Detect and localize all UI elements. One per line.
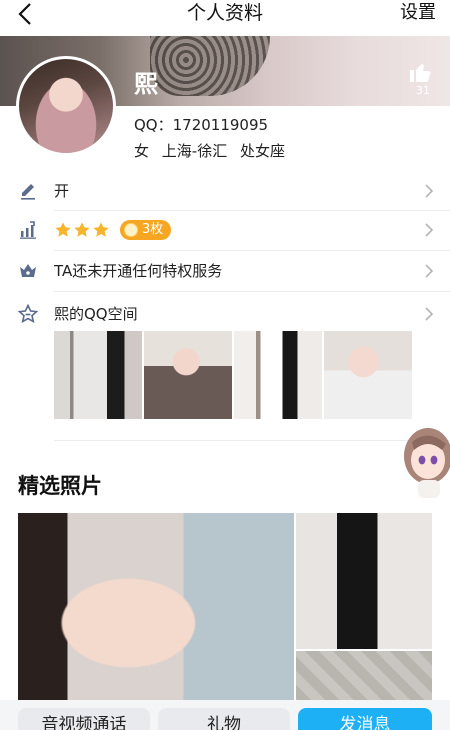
gift-button[interactable]: 礼物	[158, 708, 290, 730]
qzone-photo[interactable]	[234, 331, 322, 419]
call-button[interactable]: 音视频通话	[18, 708, 150, 730]
page-title: 个人资料	[186, 2, 263, 24]
chevron-right-icon	[425, 223, 434, 237]
level-row[interactable]: 3枚	[0, 210, 450, 250]
star-icon	[74, 222, 90, 237]
mascot-sticker[interactable]	[400, 420, 450, 500]
thumbs-up-icon[interactable]	[408, 60, 432, 84]
row-divider	[54, 291, 450, 292]
signature-row[interactable]: 开	[0, 171, 450, 211]
signature-text: 开	[54, 182, 70, 200]
qzone-photos	[54, 331, 414, 419]
qzone-photo[interactable]	[324, 331, 412, 419]
settings-button[interactable]: 设置	[400, 0, 436, 26]
chevron-right-icon	[425, 264, 434, 278]
section-divider	[54, 440, 450, 441]
chevron-right-icon	[425, 184, 434, 198]
qzone-row[interactable]: 熙的QQ空间	[0, 294, 450, 334]
coin-icon	[124, 223, 138, 237]
star-icon	[93, 222, 109, 237]
cover-pattern	[150, 36, 270, 96]
gender-tag: 女	[134, 142, 150, 160]
featured-photo[interactable]	[296, 513, 432, 649]
send-message-button[interactable]: 发消息	[298, 708, 432, 730]
star-icon	[55, 222, 71, 237]
qq-number: QQ：1720119095	[134, 116, 269, 134]
level-stars	[54, 221, 110, 239]
nav-bar: 个人资料 设置	[0, 0, 450, 36]
zodiac-tag: 处女座	[240, 142, 286, 160]
privilege-row[interactable]: TA还未开通任何特权服务	[0, 251, 450, 291]
chevron-right-icon	[425, 307, 434, 321]
nickname: 熙	[134, 70, 158, 98]
bottom-action-bar: 音视频通话 礼物 发消息	[0, 700, 450, 730]
profile-tags: 女 上海-徐汇 处女座	[134, 140, 293, 161]
level-chart-icon	[20, 221, 36, 239]
privilege-text: TA还未开通任何特权服务	[54, 262, 223, 280]
location-tag: 上海-徐汇	[161, 142, 228, 160]
featured-photos-title: 精选照片	[18, 474, 102, 498]
featured-photo-main[interactable]	[18, 513, 294, 713]
crown-icon	[20, 264, 36, 277]
qzone-photo[interactable]	[144, 331, 232, 419]
coin-badge: 3枚	[120, 220, 172, 240]
avatar[interactable]	[16, 56, 116, 156]
profile-page: 个人资料 设置 熙 31 QQ：1720119095 女 上海-徐汇 处女座 开	[0, 0, 450, 730]
pencil-icon	[21, 184, 35, 200]
like-count: 31	[416, 84, 430, 97]
qzone-photo[interactable]	[54, 331, 142, 419]
star-outline-icon	[18, 304, 38, 324]
coin-count: 3枚	[142, 222, 164, 237]
qzone-title: 熙的QQ空间	[54, 305, 138, 323]
